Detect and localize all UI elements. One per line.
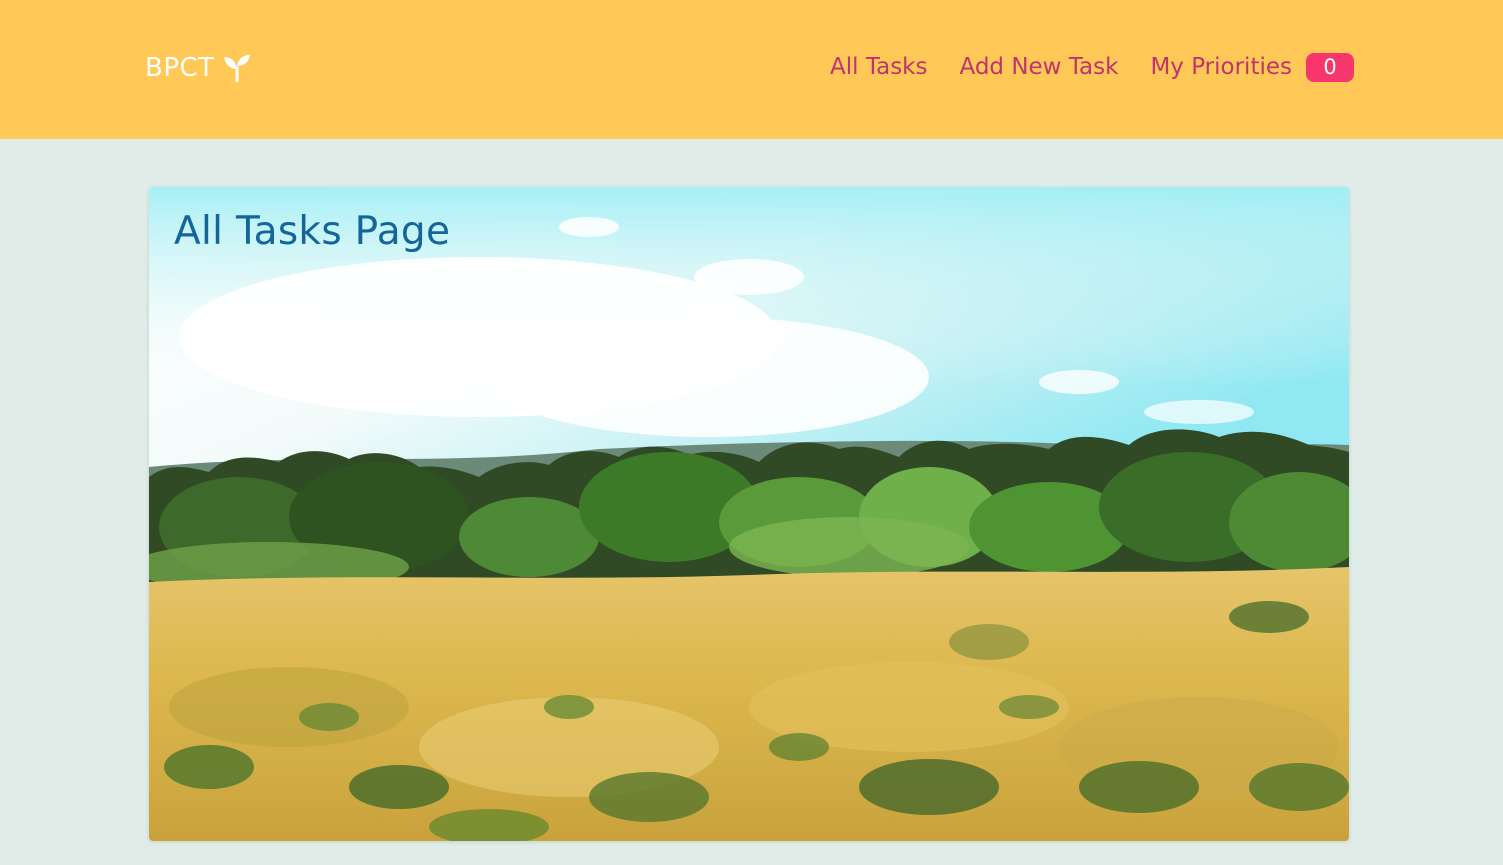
nav-links: All Tasks Add New Task My Priorities 0 <box>830 48 1354 86</box>
nav-add-new-task[interactable]: Add New Task <box>959 54 1118 80</box>
nav-my-priorities[interactable]: My Priorities 0 <box>1150 52 1354 82</box>
nav-my-priorities-label: My Priorities <box>1150 53 1292 80</box>
top-navbar: BPCT All Tasks Add New Task My Prioritie… <box>0 0 1503 139</box>
hero-banner: All Tasks Page <box>149 187 1349 841</box>
priorities-count-badge: 0 <box>1306 52 1354 82</box>
brand-link[interactable]: BPCT <box>145 50 252 86</box>
landscape-image <box>149 187 1349 841</box>
sprout-icon <box>223 55 250 82</box>
nav-all-tasks[interactable]: All Tasks <box>830 54 927 80</box>
brand-name: BPCT <box>145 53 215 83</box>
page-title: All Tasks Page <box>174 209 451 254</box>
